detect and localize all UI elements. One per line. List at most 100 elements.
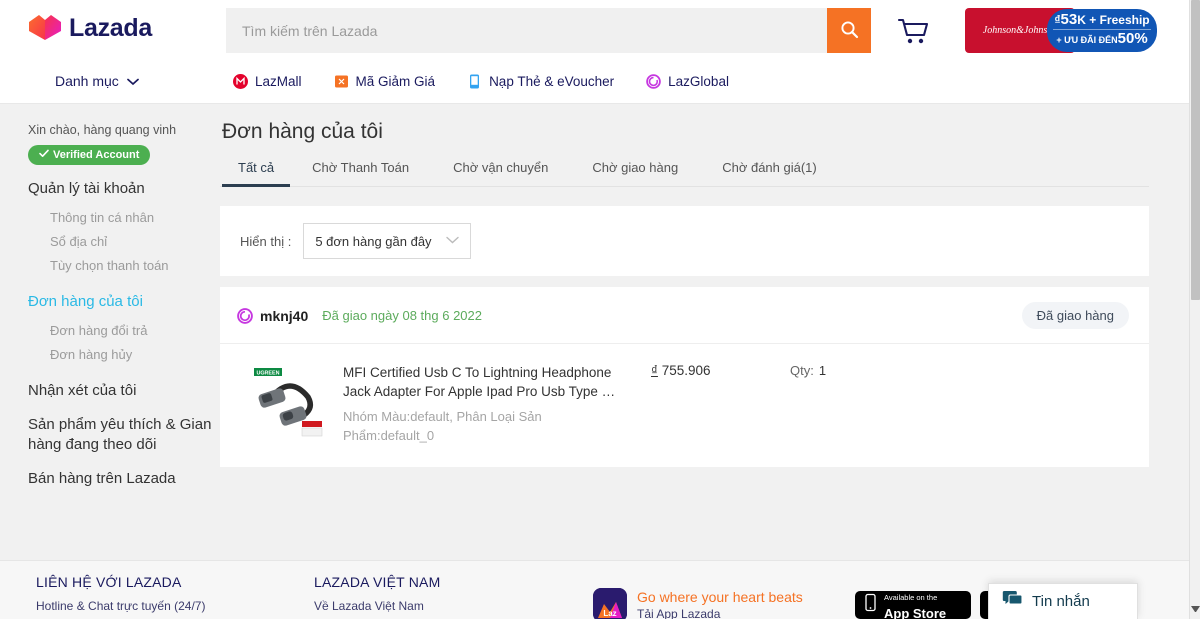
promo-freeship: + Freeship: [1089, 13, 1150, 27]
user-greeting: Xin chào, hàng quang vinh: [28, 123, 177, 137]
lazada-logo[interactable]: Lazada: [28, 13, 152, 43]
search-input[interactable]: [226, 8, 827, 53]
page-title: Đơn hàng của tôi: [222, 120, 383, 143]
sidebar-item-account-management[interactable]: Quản lý tài khoản: [28, 179, 220, 199]
promo-offer-line1: ₫53K + Freeship: [1053, 12, 1151, 30]
footer-column-about: LAZADA VIỆT NAM Về Lazada Việt Nam: [314, 574, 440, 613]
order-card: mknj40 Đã giao ngày 08 thg 6 2022 Đã gia…: [220, 287, 1149, 467]
promo-label-b: ĐẾN: [1098, 35, 1118, 45]
verified-account-label: Verified Account: [53, 149, 140, 161]
shopping-cart-icon[interactable]: [896, 16, 930, 46]
promo-amount: 53: [1060, 11, 1078, 28]
chat-widget-label: Tin nhắn: [1032, 593, 1090, 610]
nav-link-voucher[interactable]: Mã Giảm Giá: [334, 74, 435, 89]
app-promo-subline[interactable]: Tải App Lazada: [637, 606, 803, 619]
footer-column-contact: LIÊN HỆ VỚI LAZADA Hotline & Chat trực t…: [36, 574, 205, 613]
tab-awaiting-delivery[interactable]: Chờ giao hàng: [570, 160, 700, 186]
app-promo-text: Go where your heart beats Tải App Lazada: [637, 588, 803, 619]
lazglobal-icon: [646, 74, 661, 89]
tab-awaiting-review[interactable]: Chờ đánh giá(1): [700, 160, 839, 186]
order-card-header: mknj40 Đã giao ngày 08 thg 6 2022 Đã gia…: [220, 287, 1149, 344]
sidebar-item-sell-on-lazada[interactable]: Bán hàng trên Lazada: [28, 469, 220, 489]
tab-all[interactable]: Tất cả: [222, 160, 291, 187]
product-variant: Nhóm Màu:default, Phân Loại Sản Phẩm:def…: [343, 409, 542, 443]
search-bar: [226, 8, 871, 53]
footer-heading: LIÊN HỆ VỚI LAZADA: [36, 574, 182, 590]
sidebar-item-my-orders[interactable]: Đơn hàng của tôi: [28, 292, 220, 312]
nav-link-topup[interactable]: Nạp Thẻ & eVoucher: [467, 74, 614, 89]
shop-name[interactable]: mknj40: [260, 308, 308, 324]
nav-link-label: Nạp Thẻ & eVoucher: [489, 74, 615, 89]
chevron-down-icon: [446, 235, 460, 247]
verified-account-badge: Verified Account: [28, 145, 151, 165]
app-store-big: App Store: [884, 606, 947, 619]
nav-link-lazmall[interactable]: LazMall: [233, 74, 302, 89]
app-promo-headline: Go where your heart beats: [637, 589, 803, 605]
sidebar-group-reviews: Nhận xét của tôi: [28, 381, 220, 401]
scroll-down-arrow-icon[interactable]: [1191, 606, 1200, 615]
promo-plus: +: [1056, 35, 1062, 45]
product-thumbnail[interactable]: UGREEN: [250, 363, 327, 440]
product-quantity: Qty: 1: [768, 363, 826, 378]
footer-link-about[interactable]: Về Lazada Việt Nam: [314, 599, 440, 613]
promo-offer: ₫53K + Freeship + ƯU ĐÃI ĐẾN50%: [1047, 9, 1157, 52]
app-store-text: Available on the App Store: [884, 587, 946, 619]
sidebar-item-wishlist-followed-stores[interactable]: Sản phẩm yêu thích & Gian hàng đang theo…: [28, 415, 220, 455]
lazada-heart-logo-icon: [28, 13, 62, 43]
svg-text:UGREEN: UGREEN: [256, 371, 279, 377]
phone-topup-icon: [467, 74, 482, 89]
chat-widget[interactable]: Tin nhắn: [988, 583, 1138, 619]
primary-nav: Danh mục LazMall Mã Giảm Giá Nạp Thẻ & e…: [0, 62, 1189, 104]
app-download-promo: Laz Go where your heart beats Tải App La…: [593, 588, 803, 619]
lazglobal-shop-icon: [237, 307, 253, 324]
sidebar-item-profile[interactable]: Thông tin cá nhân: [28, 206, 220, 230]
sidebar-item-cancelled-orders[interactable]: Đơn hàng hủy: [28, 343, 220, 367]
sidebar-group-orders: Đơn hàng của tôi Đơn hàng đổi trả Đơn hà…: [28, 292, 220, 367]
sidebar-item-payment-options[interactable]: Tùy chọn thanh toán: [28, 254, 220, 278]
check-icon: [39, 149, 49, 161]
sidebar-group-wishlist: Sản phẩm yêu thích & Gian hàng đang theo…: [28, 415, 220, 455]
tab-awaiting-payment[interactable]: Chờ Thanh Toán: [290, 160, 431, 186]
sidebar-item-address-book[interactable]: Sổ địa chỉ: [28, 230, 220, 254]
lazmall-icon: [233, 74, 248, 89]
scrollbar-thumb[interactable]: [1191, 0, 1200, 300]
promo-offer-line2: + ƯU ĐÃI ĐẾN50%: [1053, 30, 1151, 49]
tab-awaiting-shipment[interactable]: Chờ vận chuyển: [431, 160, 570, 186]
order-card-body: UGREEN MFI Certified Usb C To Lightning …: [220, 344, 1149, 467]
nav-links: LazMall Mã Giảm Giá Nạp Thẻ & eVoucher L…: [233, 74, 729, 89]
qty-value: 1: [818, 363, 827, 378]
search-icon: [840, 20, 859, 42]
categories-menu-button[interactable]: Danh mục: [55, 73, 139, 89]
sidebar-group-sell: Bán hàng trên Lazada: [28, 469, 220, 489]
sidebar-item-my-reviews[interactable]: Nhận xét của tôi: [28, 381, 220, 401]
order-range-value: 5 đơn hàng gần đây: [315, 233, 432, 249]
promo-label-a: ƯU ĐÃI: [1064, 35, 1097, 45]
promo-unit: K: [1077, 13, 1086, 27]
product-title[interactable]: MFI Certified Usb C To Lightning Headpho…: [343, 363, 633, 401]
account-sidebar: Xin chào, hàng quang vinh Verified Accou…: [0, 104, 220, 503]
filter-label: Hiển thị :: [240, 233, 292, 249]
nav-link-label: LazGlobal: [668, 74, 729, 89]
promo-banner[interactable]: Johnson&Johnson ₫53K + Freeship + ƯU ĐÃI…: [965, 8, 1157, 53]
site-header: Lazada CHANGE LANGUAGE: [0, 0, 1189, 62]
order-range-select[interactable]: 5 đơn hàng gần đây: [303, 223, 472, 259]
sidebar-item-return-orders[interactable]: Đơn hàng đổi trả: [28, 319, 220, 343]
categories-label: Danh mục: [55, 73, 119, 89]
app-store-small: Available on the: [884, 593, 938, 602]
nav-link-label: LazMall: [255, 74, 302, 89]
product-info: MFI Certified Usb C To Lightning Headpho…: [343, 363, 633, 445]
currency-symbol: ₫: [651, 363, 658, 378]
lazada-app-icon: Laz: [593, 588, 627, 619]
sidebar-group-account: Quản lý tài khoản Thông tin cá nhân Sổ đ…: [28, 179, 220, 278]
lazada-wordmark: Lazada: [69, 13, 152, 42]
nav-link-lazglobal[interactable]: LazGlobal: [646, 74, 729, 89]
search-button[interactable]: [827, 8, 871, 53]
app-store-badge[interactable]: Available on the App Store: [855, 591, 971, 619]
main-content: Đơn hàng của tôi Tất cả Chờ Thanh Toán C…: [220, 104, 1189, 467]
order-status-tabs: Tất cả Chờ Thanh Toán Chờ vận chuyển Chờ…: [220, 160, 1149, 187]
svg-text:Laz: Laz: [603, 609, 616, 618]
chevron-down-icon: [126, 73, 139, 89]
footer-link-hotline[interactable]: Hotline & Chat trực tuyến (24/7): [36, 599, 205, 613]
voucher-ticket-icon: [334, 74, 349, 89]
page-scrollbar[interactable]: [1189, 0, 1200, 619]
